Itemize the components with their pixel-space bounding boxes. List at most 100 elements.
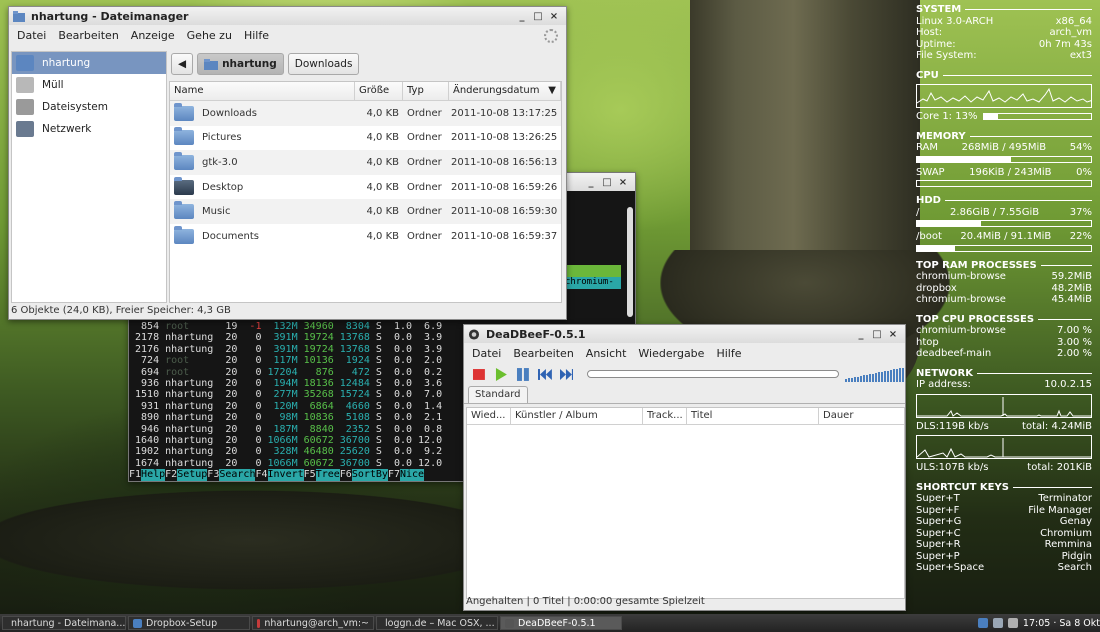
- fkey-f2[interactable]: F2: [165, 469, 178, 481]
- menu-item-2[interactable]: Anzeige: [131, 29, 175, 42]
- process-row[interactable]: 694 root 20 0 17204 876 472 S 0.0 0.2: [129, 367, 469, 378]
- column-playing[interactable]: Wied...: [467, 408, 511, 424]
- process-virt: 132M: [267, 321, 298, 332]
- root-fs-percent: 37%: [1069, 206, 1092, 218]
- taskbar-button-3[interactable]: loggn.de – Mac OSX, ...: [376, 616, 498, 630]
- column-duration[interactable]: Dauer: [819, 408, 904, 424]
- file-row[interactable]: Desktop 4,0 KB Ordner 2011-10-08 16:59:26: [170, 175, 561, 200]
- column-track[interactable]: Track...: [643, 408, 687, 424]
- menu-item-1[interactable]: Bearbeiten: [513, 347, 573, 360]
- column-artist-album[interactable]: Künstler / Album: [511, 408, 643, 424]
- previous-icon[interactable]: [537, 368, 552, 381]
- menu-item-0[interactable]: Datei: [472, 347, 501, 360]
- deadbeef-window[interactable]: DeaDBeeF-0.5.1 _ □ × Datei Bearbeiten Ansi…: [463, 324, 906, 611]
- pause-icon[interactable]: [516, 367, 530, 381]
- sidebar-item-3[interactable]: Netzwerk: [12, 118, 166, 140]
- minimize-icon[interactable]: _: [583, 177, 599, 188]
- file-row[interactable]: Music 4,0 KB Ordner 2011-10-08 16:59:30: [170, 199, 561, 224]
- menu-item-1[interactable]: Bearbeiten: [58, 29, 118, 42]
- stop-icon[interactable]: [472, 368, 486, 381]
- clock[interactable]: 17:05 · Sa 8 Okt: [1023, 618, 1100, 629]
- playlist[interactable]: Wied... Künstler / Album Track... Titel …: [466, 407, 905, 599]
- process-user: nhartung: [165, 457, 220, 469]
- drive-icon: [16, 99, 34, 115]
- close-icon[interactable]: ×: [885, 329, 901, 340]
- process-row[interactable]: 1674 nhartung 20 0 1066M 60672 36700 S 0…: [129, 458, 469, 469]
- dropbox-tray-icon[interactable]: [977, 618, 988, 628]
- maximize-icon[interactable]: □: [869, 329, 885, 340]
- volume-slider[interactable]: [845, 366, 905, 382]
- menu-item-0[interactable]: Datei: [17, 29, 46, 42]
- process-row[interactable]: 946 nhartung 20 0 187M 8840 2352 S 0.0 0…: [129, 424, 469, 435]
- terminal-titlebar[interactable]: _ □ ×: [557, 173, 635, 191]
- taskbar-button-4[interactable]: DeaDBeeF-0.5.1: [500, 616, 622, 630]
- file-row[interactable]: Downloads 4,0 KB Ordner 2011-10-08 13:17:25: [170, 101, 561, 126]
- menu-item-4[interactable]: Hilfe: [716, 347, 741, 360]
- file-row[interactable]: gtk-3.0 4,0 KB Ordner 2011-10-08 16:56:13: [170, 150, 561, 175]
- menu-item-3[interactable]: Wiedergabe: [638, 347, 704, 360]
- fkey-f1[interactable]: F1: [129, 469, 142, 481]
- column-date[interactable]: Änderungsdatum ▼: [449, 82, 561, 100]
- next-icon[interactable]: [559, 368, 574, 381]
- column-type[interactable]: Typ: [403, 82, 449, 100]
- sidebar-item-label: Dateisystem: [42, 101, 108, 113]
- upload-total: total: 201KiB: [1027, 462, 1092, 473]
- taskbar-button-0[interactable]: nhartung - Dateimana...: [2, 616, 126, 630]
- fkey-f5[interactable]: F5: [303, 469, 316, 481]
- process-virt: 194M: [267, 378, 298, 390]
- path-next-button[interactable]: Downloads: [287, 53, 360, 75]
- fkey-f6[interactable]: F6: [339, 469, 352, 481]
- process-virt: 1066M: [267, 435, 298, 447]
- process-row[interactable]: 1902 nhartung 20 0 328M 46480 25620 S 0.…: [129, 446, 469, 457]
- path-current-button[interactable]: nhartung: [197, 53, 284, 75]
- file-row[interactable]: Pictures 4,0 KB Ordner 2011-10-08 13:26:25: [170, 126, 561, 151]
- file-row[interactable]: Documents 4,0 KB Ordner 2011-10-08 16:59:37: [170, 224, 561, 249]
- close-icon[interactable]: ×: [546, 11, 562, 22]
- maximize-icon[interactable]: □: [530, 11, 546, 22]
- play-icon[interactable]: [494, 367, 508, 381]
- process-row[interactable]: 724 root 20 0 117M 10136 1924 S 0.0 2.0: [129, 355, 469, 366]
- process-row[interactable]: 854 root 19 -1 132M 34960 8304 S 1.0 6.9: [129, 321, 469, 332]
- file-manager-window[interactable]: nhartung - Dateimanager _ □ × Datei Bearb…: [8, 6, 567, 320]
- tab-standard[interactable]: Standard: [468, 386, 528, 403]
- column-title[interactable]: Titel: [687, 408, 819, 424]
- process-cpu: 0.0: [387, 332, 419, 344]
- deadbeef-titlebar[interactable]: DeaDBeeF-0.5.1 _ □ ×: [464, 325, 905, 343]
- volume-tray-icon[interactable]: [1007, 618, 1018, 628]
- file-list-header: Name Größe Typ Änderungsdatum ▼: [170, 82, 561, 101]
- home-folder-icon: [16, 55, 34, 71]
- close-icon[interactable]: ×: [615, 177, 631, 188]
- process-row[interactable]: 1640 nhartung 20 0 1066M 60672 36700 S 0…: [129, 435, 469, 446]
- process-row[interactable]: 2178 nhartung 20 0 391M 19724 13768 S 0.…: [129, 332, 469, 343]
- minimize-icon[interactable]: _: [853, 329, 869, 340]
- taskbar-button-2[interactable]: nhartung@arch_vm:~: [252, 616, 374, 630]
- column-size[interactable]: Größe: [355, 82, 403, 100]
- sidebar-item-0[interactable]: nhartung: [12, 52, 166, 74]
- fkey-f7[interactable]: F7: [387, 469, 400, 481]
- terminal-scrollbar[interactable]: [627, 207, 633, 317]
- process-row[interactable]: 1510 nhartung 20 0 277M 35268 15724 S 0.…: [129, 389, 469, 400]
- seek-slider[interactable]: [587, 370, 840, 378]
- fkey-f3[interactable]: F3: [207, 469, 220, 481]
- minimize-icon[interactable]: _: [514, 11, 530, 22]
- htop-function-keys[interactable]: F1 Help F2 Setup F3 Search F4 Invert F5 Tree F6…: [129, 469, 425, 481]
- process-row[interactable]: 890 nhartung 20 0 98M 10836 5108 S 0.0 2…: [129, 412, 469, 423]
- sidebar-item-2[interactable]: Dateisystem: [12, 96, 166, 118]
- sidebar-item-1[interactable]: Müll: [12, 74, 166, 96]
- process-row[interactable]: 931 nhartung 20 0 120M 6864 4660 S 0.0 1…: [129, 401, 469, 412]
- menu-item-3[interactable]: Gehe zu: [187, 29, 232, 42]
- maximize-icon[interactable]: □: [599, 177, 615, 188]
- fkey-f4[interactable]: F4: [255, 469, 268, 481]
- network-tray-icon[interactable]: [992, 618, 1003, 628]
- folder-icon: [174, 225, 194, 244]
- upload-graph: [916, 435, 1092, 459]
- file-manager-titlebar[interactable]: nhartung - Dateimanager _ □ ×: [9, 7, 566, 25]
- process-row[interactable]: 936 nhartung 20 0 194M 18136 12484 S 0.0…: [129, 378, 469, 389]
- taskbar-button-1[interactable]: Dropbox-Setup: [128, 616, 250, 630]
- path-back-button[interactable]: ◀: [171, 53, 194, 75]
- menu-item-4[interactable]: Hilfe: [244, 29, 269, 42]
- process-row[interactable]: 2176 nhartung 20 0 391M 19724 13768 S 0.…: [129, 344, 469, 355]
- fkey-label: Help: [141, 469, 166, 481]
- column-name[interactable]: Name: [170, 82, 355, 100]
- menu-item-2[interactable]: Ansicht: [586, 347, 627, 360]
